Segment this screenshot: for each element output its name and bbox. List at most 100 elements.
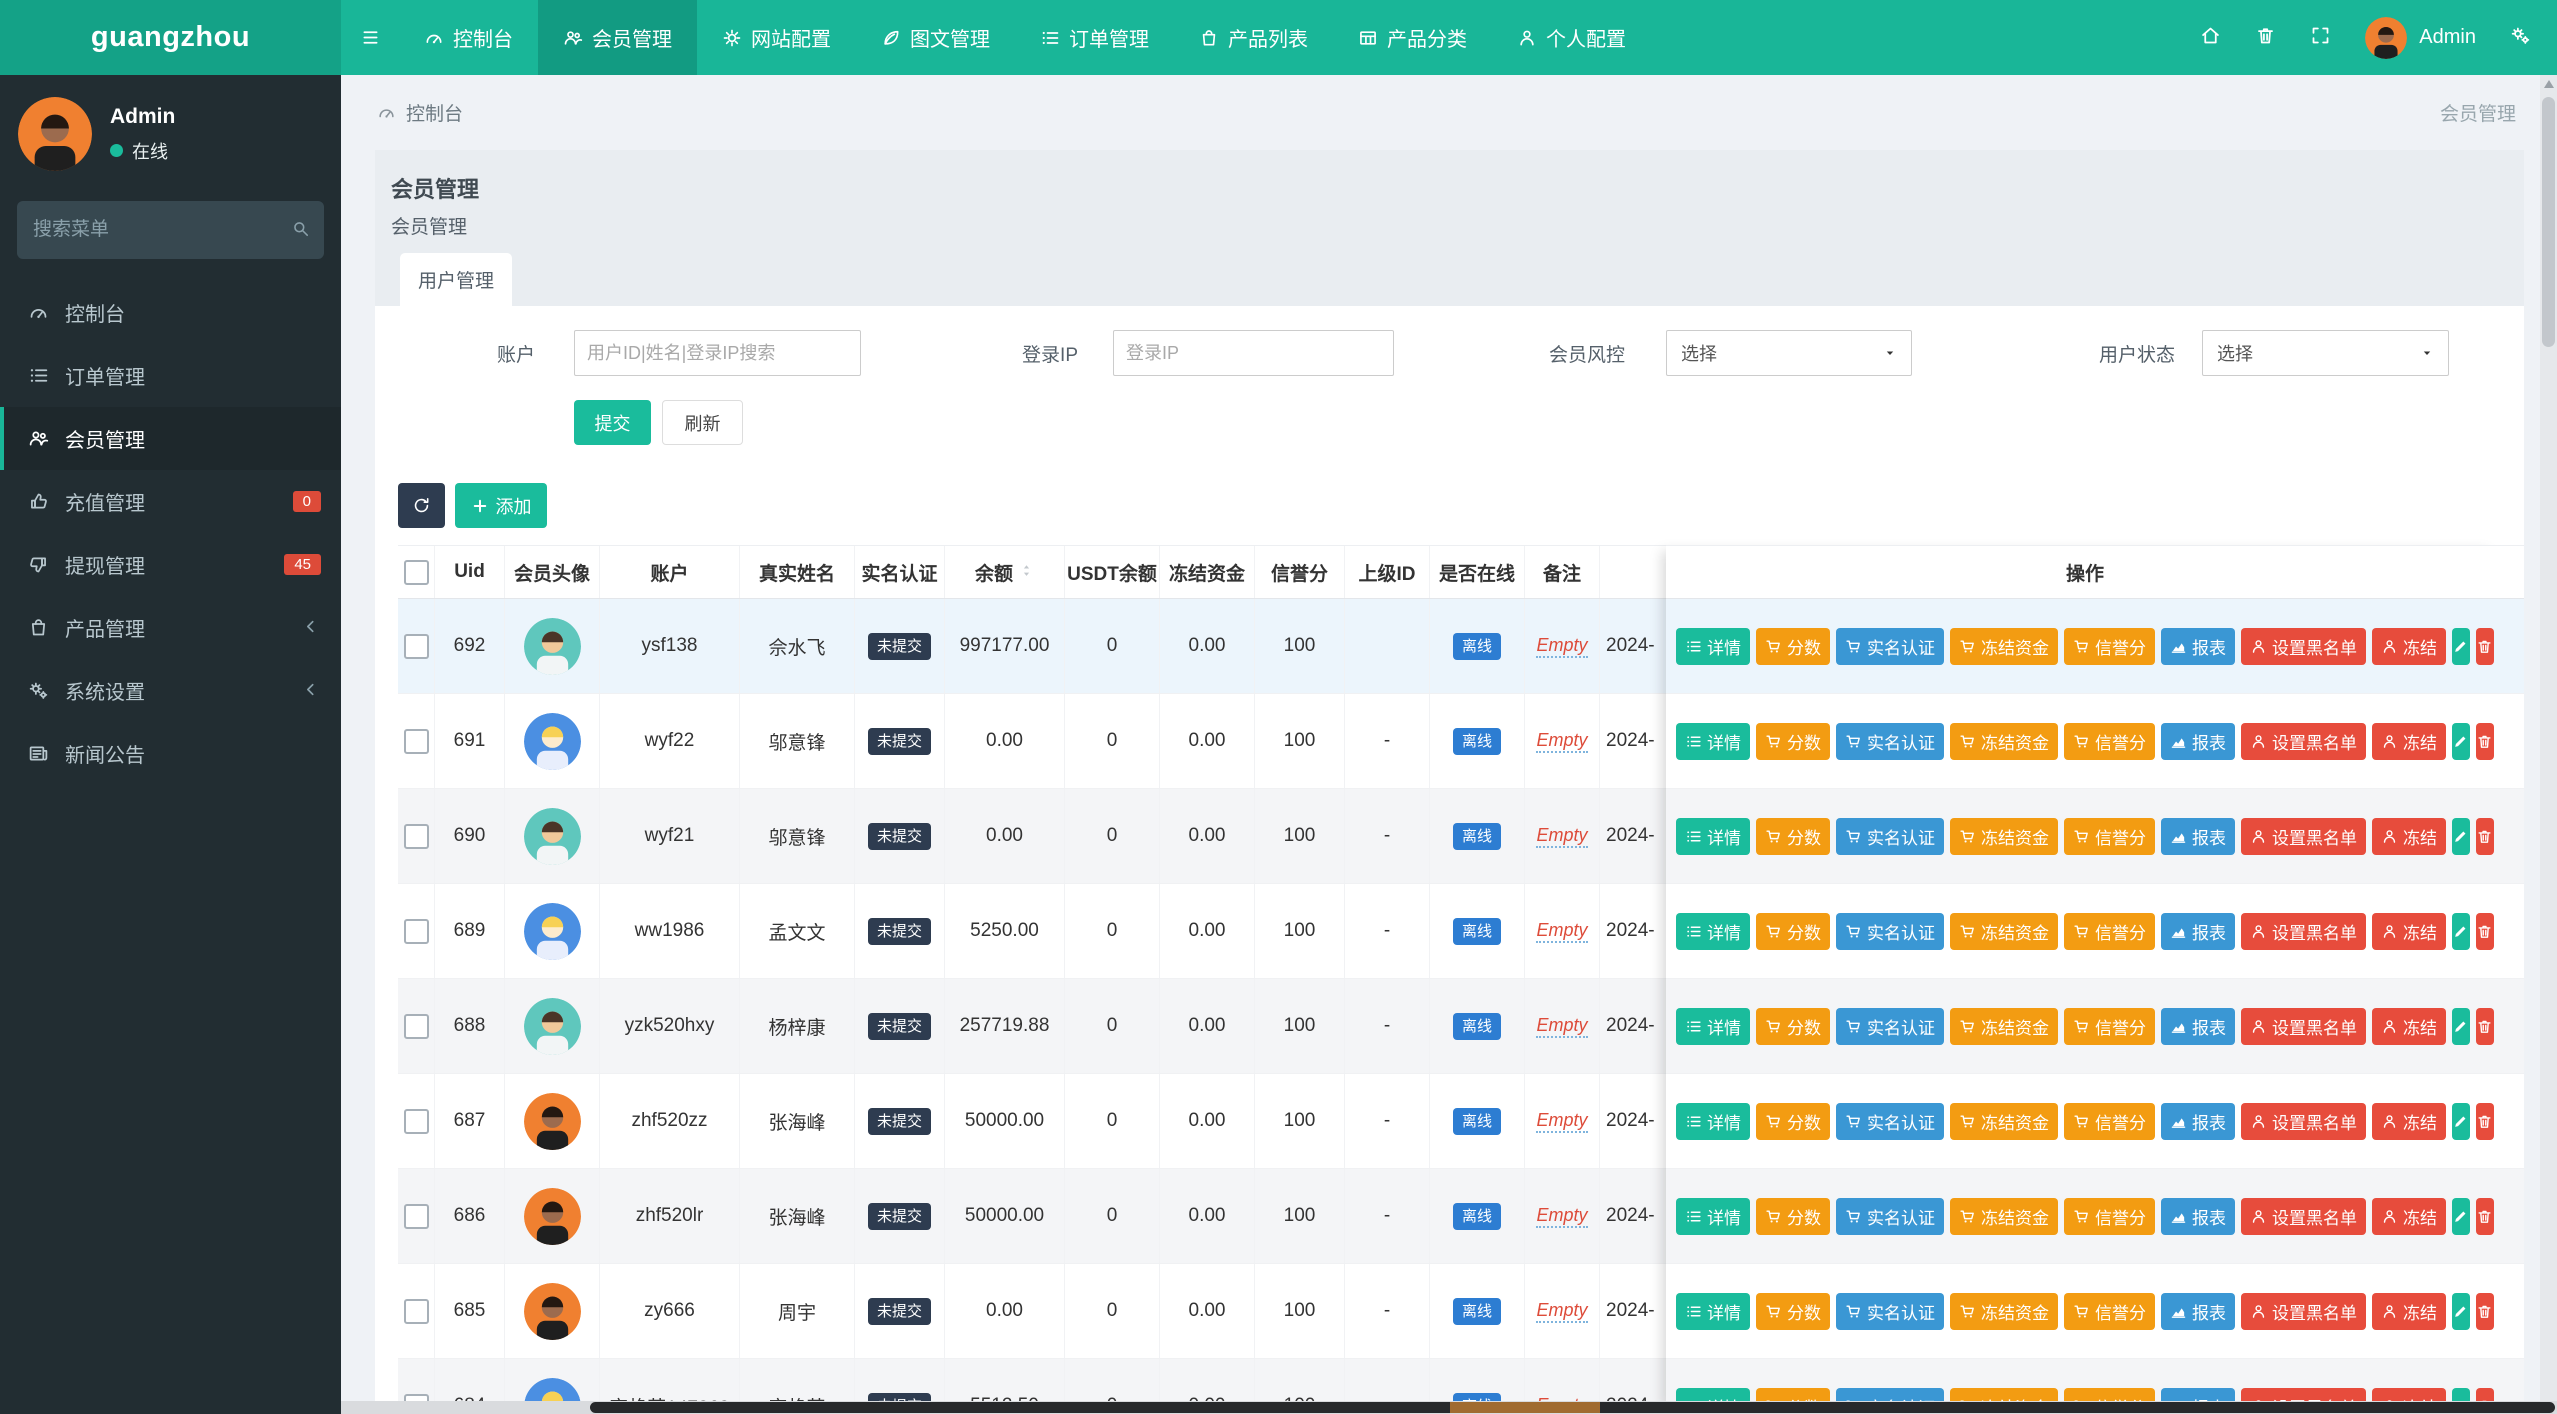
avatar[interactable]: [523, 712, 581, 770]
op-freeze-button[interactable]: 冻结: [2372, 1197, 2446, 1235]
column-header[interactable]: 真实姓名: [740, 546, 855, 598]
op-edit-button[interactable]: [2452, 1292, 2470, 1330]
op-blacklist-button[interactable]: 设置黑名单: [2241, 817, 2366, 855]
op-blacklist-button[interactable]: 设置黑名单: [2241, 1102, 2366, 1140]
op-freeze-button[interactable]: 冻结: [2372, 912, 2446, 950]
op-blacklist-button[interactable]: 设置黑名单: [2241, 1292, 2366, 1330]
breadcrumb-left[interactable]: 控制台: [406, 99, 463, 126]
op-realname-button[interactable]: 实名认证: [1836, 627, 1944, 665]
sidebar-item-4[interactable]: 提现管理 45: [0, 533, 341, 596]
note-link[interactable]: Empty: [1536, 1205, 1588, 1228]
sidebar-item-5[interactable]: 产品管理: [0, 596, 341, 659]
op-realname-button[interactable]: 实名认证: [1836, 1197, 1944, 1235]
op-score-button[interactable]: 分数: [1756, 912, 1830, 950]
op-freeze-button[interactable]: 冻结: [2372, 1007, 2446, 1045]
tab-user-management[interactable]: 用户管理: [400, 253, 512, 306]
op-report-button[interactable]: 报表: [2161, 1292, 2235, 1330]
add-member-button[interactable]: 添加: [455, 483, 547, 528]
sidebar-item-2[interactable]: 会员管理: [0, 407, 341, 470]
note-link[interactable]: Empty: [1536, 635, 1588, 658]
nav-item-5[interactable]: 产品列表: [1174, 0, 1333, 75]
user-menu[interactable]: Admin: [2365, 16, 2476, 59]
sidebar-search-input[interactable]: [17, 219, 326, 241]
op-realname-button[interactable]: 实名认证: [1836, 1292, 1944, 1330]
op-blacklist-button[interactable]: 设置黑名单: [2241, 912, 2366, 950]
op-credit-button[interactable]: 信誉分: [2064, 1102, 2155, 1140]
sidebar-toggle-button[interactable]: [341, 0, 399, 75]
login-ip-input[interactable]: [1113, 330, 1394, 376]
column-header[interactable]: 是否在线: [1430, 546, 1525, 598]
op-credit-button[interactable]: 信誉分: [2064, 1292, 2155, 1330]
avatar[interactable]: [523, 807, 581, 865]
search-icon[interactable]: [291, 219, 310, 242]
op-freeze-funds-button[interactable]: 冻结资金: [1950, 1197, 2058, 1235]
op-score-button[interactable]: 分数: [1756, 722, 1830, 760]
op-credit-button[interactable]: 信誉分: [2064, 722, 2155, 760]
sidebar-item-6[interactable]: 系统设置: [0, 659, 341, 722]
op-freeze-button[interactable]: 冻结: [2372, 627, 2446, 665]
column-header[interactable]: 余额: [945, 546, 1065, 598]
op-details-button[interactable]: 详情: [1676, 1197, 1750, 1235]
note-link[interactable]: Empty: [1536, 1110, 1588, 1133]
risk-select[interactable]: 选择: [1666, 330, 1912, 376]
op-realname-button[interactable]: 实名认证: [1836, 722, 1944, 760]
op-realname-button[interactable]: 实名认证: [1836, 912, 1944, 950]
op-freeze-funds-button[interactable]: 冻结资金: [1950, 627, 2058, 665]
column-header[interactable]: 信誉分: [1255, 546, 1345, 598]
op-report-button[interactable]: 报表: [2161, 912, 2235, 950]
nav-item-1[interactable]: 会员管理: [538, 0, 697, 75]
op-realname-button[interactable]: 实名认证: [1836, 1102, 1944, 1140]
op-edit-button[interactable]: [2452, 1007, 2470, 1045]
op-delete-button[interactable]: [2476, 1007, 2494, 1045]
avatar[interactable]: [523, 902, 581, 960]
avatar[interactable]: [523, 997, 581, 1055]
op-realname-button[interactable]: 实名认证: [1836, 817, 1944, 855]
nav-item-2[interactable]: 网站配置: [697, 0, 856, 75]
op-details-button[interactable]: 详情: [1676, 722, 1750, 760]
clear-cache-button[interactable]: [2255, 25, 2276, 49]
account-search-input[interactable]: [574, 330, 861, 376]
row-checkbox[interactable]: [403, 918, 429, 944]
op-score-button[interactable]: 分数: [1756, 1292, 1830, 1330]
refresh-button[interactable]: 刷新: [662, 400, 743, 445]
op-freeze-funds-button[interactable]: 冻结资金: [1950, 1007, 2058, 1045]
op-details-button[interactable]: 详情: [1676, 627, 1750, 665]
note-link[interactable]: Empty: [1536, 825, 1588, 848]
row-checkbox[interactable]: [403, 1298, 429, 1324]
avatar[interactable]: [523, 1187, 581, 1245]
op-delete-button[interactable]: [2476, 1197, 2494, 1235]
op-details-button[interactable]: 详情: [1676, 1102, 1750, 1140]
avatar[interactable]: [523, 1282, 581, 1340]
op-details-button[interactable]: 详情: [1676, 912, 1750, 950]
op-freeze-funds-button[interactable]: 冻结资金: [1950, 1292, 2058, 1330]
op-edit-button[interactable]: [2452, 1102, 2470, 1140]
op-delete-button[interactable]: [2476, 912, 2494, 950]
op-score-button[interactable]: 分数: [1756, 627, 1830, 665]
op-report-button[interactable]: 报表: [2161, 1102, 2235, 1140]
note-link[interactable]: Empty: [1536, 1300, 1588, 1323]
op-freeze-button[interactable]: 冻结: [2372, 722, 2446, 760]
op-blacklist-button[interactable]: 设置黑名单: [2241, 722, 2366, 760]
row-checkbox[interactable]: [403, 1203, 429, 1229]
note-link[interactable]: Empty: [1536, 730, 1588, 753]
submit-button[interactable]: 提交: [574, 400, 651, 445]
op-freeze-funds-button[interactable]: 冻结资金: [1950, 1102, 2058, 1140]
op-report-button[interactable]: 报表: [2161, 1197, 2235, 1235]
op-score-button[interactable]: 分数: [1756, 817, 1830, 855]
home-button[interactable]: [2200, 25, 2221, 49]
avatar[interactable]: [523, 1092, 581, 1150]
sort-icon[interactable]: [1019, 563, 1034, 580]
op-blacklist-button[interactable]: 设置黑名单: [2241, 1197, 2366, 1235]
op-report-button[interactable]: 报表: [2161, 817, 2235, 855]
breadcrumb-right[interactable]: 会员管理: [2440, 99, 2516, 126]
op-edit-button[interactable]: [2452, 912, 2470, 950]
row-checkbox[interactable]: [403, 633, 429, 659]
column-header[interactable]: USDT余额: [1065, 546, 1160, 598]
op-delete-button[interactable]: [2476, 817, 2494, 855]
op-delete-button[interactable]: [2476, 1292, 2494, 1330]
avatar[interactable]: [523, 617, 581, 675]
op-edit-button[interactable]: [2452, 817, 2470, 855]
column-header[interactable]: 会员头像: [505, 546, 600, 598]
op-delete-button[interactable]: [2476, 1102, 2494, 1140]
nav-item-0[interactable]: 控制台: [399, 0, 538, 75]
